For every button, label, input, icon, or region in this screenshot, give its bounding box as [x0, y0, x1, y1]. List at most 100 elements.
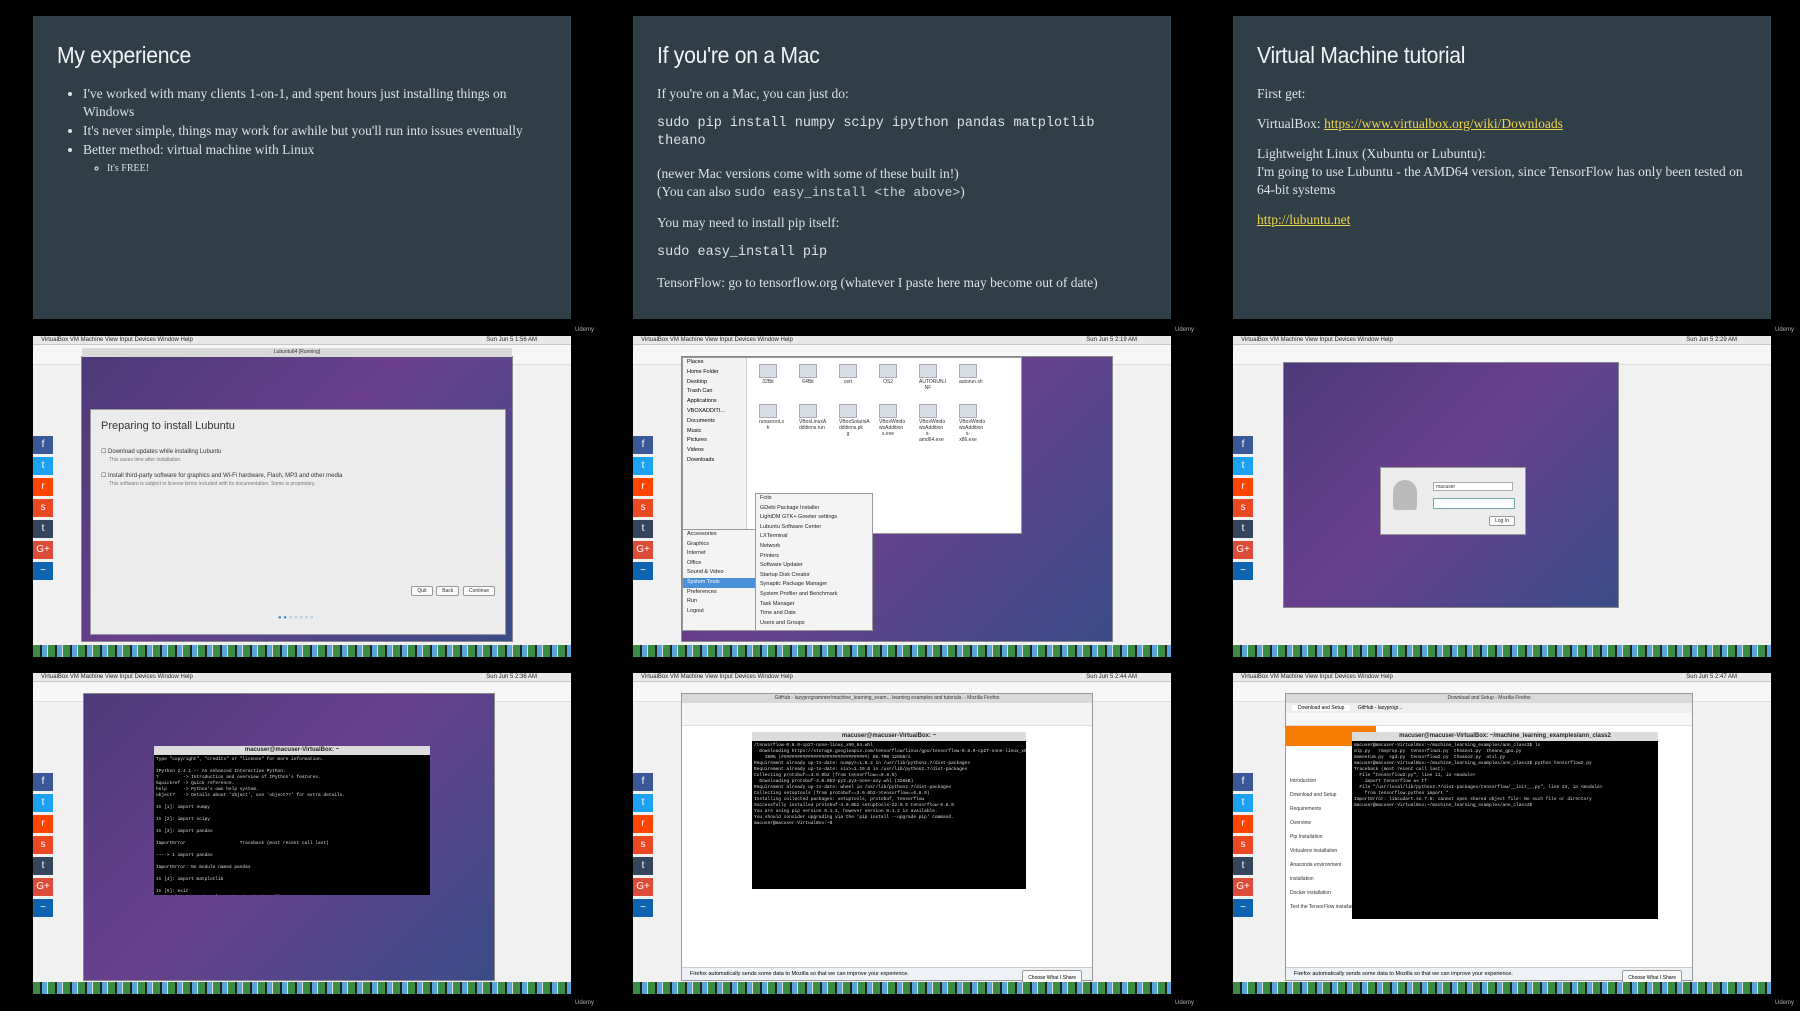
sidebar-item[interactable]: Download and Setup	[1290, 788, 1360, 802]
places-item[interactable]: Desktop	[687, 378, 746, 388]
sumome-icon[interactable]: ~	[33, 562, 53, 580]
continue-button[interactable]: Continue	[462, 586, 495, 596]
stumbleupon-icon[interactable]: s	[1233, 499, 1253, 517]
sidebar-item[interactable]: Test the TensorFlow installation	[1290, 900, 1360, 914]
menu-item[interactable]: GDebi Package Installer	[756, 504, 872, 514]
tumblr-icon[interactable]: t	[1233, 857, 1253, 875]
dock[interactable]	[633, 645, 1171, 657]
facebook-icon[interactable]: f	[33, 773, 53, 791]
gear-icon[interactable]: VBoxWindo wsAddition s-x86.exe	[959, 404, 985, 443]
menu-item[interactable]: Run	[683, 597, 755, 607]
quit-button[interactable]: Quit	[411, 586, 433, 596]
dock[interactable]	[633, 982, 1171, 994]
reddit-icon[interactable]: r	[33, 815, 53, 833]
twitter-icon[interactable]: t	[1233, 794, 1253, 812]
tumblr-icon[interactable]: t	[33, 857, 53, 875]
menu-item[interactable]: Accessories	[683, 530, 755, 540]
address-bar[interactable]	[1286, 713, 1692, 726]
menu-item[interactable]: System Profiler and Benchmark	[756, 590, 872, 600]
gear-icon[interactable]: VBoxWindo wsAddition s-amd64.exe	[919, 404, 945, 443]
menu-item[interactable]: Fcitx	[756, 494, 872, 504]
places-item[interactable]: Downloads	[687, 456, 746, 466]
facebook-icon[interactable]: f	[633, 436, 653, 454]
menu-item[interactable]: Network	[756, 542, 872, 552]
twitter-icon[interactable]: t	[1233, 457, 1253, 475]
places-item[interactable]: Videos	[687, 446, 746, 456]
tumblr-icon[interactable]: t	[633, 520, 653, 538]
stumbleupon-icon[interactable]: s	[1233, 836, 1253, 854]
places-item[interactable]: Pictures	[687, 436, 746, 446]
login-button[interactable]: Log In	[1489, 516, 1515, 526]
tumblr-icon[interactable]: t	[1233, 520, 1253, 538]
file-icon[interactable]: VBoxSolarisA dditions.pk g	[839, 404, 870, 437]
sumome-icon[interactable]: ~	[1233, 899, 1253, 917]
googleplus-icon[interactable]: G+	[633, 878, 653, 896]
places-item[interactable]: VBOXADDITI...	[687, 407, 746, 417]
dock[interactable]	[1233, 982, 1771, 994]
menu-item[interactable]: Task Manager	[756, 600, 872, 610]
twitter-icon[interactable]: t	[633, 794, 653, 812]
menu-item[interactable]: LXTerminal	[756, 532, 872, 542]
twitter-icon[interactable]: t	[33, 794, 53, 812]
sidebar-item[interactable]: Docker installation	[1290, 886, 1360, 900]
dock[interactable]	[1233, 645, 1771, 657]
terminal-output[interactable]: macuser@macuser-VirtualBox:~/machine_lea…	[1352, 741, 1658, 919]
folder-icon[interactable]: 64Bit	[799, 364, 817, 385]
googleplus-icon[interactable]: G+	[1233, 541, 1253, 559]
places-item[interactable]: Home Folder	[687, 368, 746, 378]
option-third-party[interactable]: ☐ Install third-party software for graph…	[101, 472, 342, 479]
menu-item[interactable]: Office	[683, 559, 755, 569]
dock[interactable]	[33, 982, 571, 994]
menu-item-selected[interactable]: System Tools	[683, 577, 755, 588]
folder-icon[interactable]: OS2	[879, 364, 897, 385]
sumome-icon[interactable]: ~	[33, 899, 53, 917]
sumome-icon[interactable]: ~	[633, 899, 653, 917]
tumblr-icon[interactable]: t	[633, 857, 653, 875]
reddit-icon[interactable]: r	[1233, 815, 1253, 833]
sidebar-item[interactable]: Introduction	[1290, 774, 1360, 788]
twitter-icon[interactable]: t	[33, 457, 53, 475]
googleplus-icon[interactable]: G+	[633, 541, 653, 559]
facebook-icon[interactable]: f	[1233, 773, 1253, 791]
googleplus-icon[interactable]: G+	[1233, 878, 1253, 896]
lubuntu-link[interactable]: http://lubuntu.net	[1257, 212, 1350, 227]
reddit-icon[interactable]: r	[1233, 478, 1253, 496]
facebook-icon[interactable]: f	[33, 436, 53, 454]
folder-icon[interactable]: 32Bit	[759, 364, 777, 385]
menu-item[interactable]: Logout	[683, 607, 755, 617]
menu-item[interactable]: Time and Date	[756, 609, 872, 619]
googleplus-icon[interactable]: G+	[33, 541, 53, 559]
terminal-output[interactable]: /tensorflow-0.8.0-cp27-none-linux_x86_64…	[752, 741, 1026, 889]
virtualbox-link[interactable]: https://www.virtualbox.org/wiki/Download…	[1324, 116, 1563, 131]
file-icon[interactable]: runasroot.s h	[759, 404, 784, 431]
places-item[interactable]: Applications	[687, 397, 746, 407]
stumbleupon-icon[interactable]: s	[633, 836, 653, 854]
menu-item[interactable]: Printers	[756, 552, 872, 562]
file-icon[interactable]: VBoxLinuxA dditions.run	[799, 404, 826, 431]
menu-item[interactable]: Lubuntu Software Center	[756, 523, 872, 533]
gear-icon[interactable]: VBoxWindo wsAddition s.exe	[879, 404, 905, 437]
menu-item[interactable]: LightDM GTK+ Greeter settings	[756, 513, 872, 523]
user-select[interactable]: macuser	[1433, 482, 1513, 491]
reddit-icon[interactable]: r	[633, 815, 653, 833]
option-updates[interactable]: ☐ Download updates while installing Lubu…	[101, 448, 221, 455]
sidebar-item[interactable]: Pip Installation	[1290, 830, 1360, 844]
sidebar-item[interactable]: Virtualenv installation	[1290, 844, 1360, 858]
back-button[interactable]: Back	[436, 586, 460, 596]
menu-item[interactable]: Synaptic Package Manager	[756, 580, 872, 590]
reddit-icon[interactable]: r	[633, 478, 653, 496]
dock[interactable]	[33, 645, 571, 657]
places-item[interactable]: Music	[687, 427, 746, 437]
sidebar-item[interactable]: Anaconda environment installation	[1290, 858, 1360, 886]
file-icon[interactable]: AUTORUN.I NF	[919, 364, 946, 391]
sumome-icon[interactable]: ~	[1233, 562, 1253, 580]
folder-icon[interactable]: cert	[839, 364, 857, 385]
tab-github[interactable]: GitHub - lazyprogr...	[1352, 705, 1408, 711]
sidebar-item[interactable]: Overview	[1290, 816, 1360, 830]
menu-item[interactable]: Sound & Video	[683, 568, 755, 578]
menu-item[interactable]: Preferences	[683, 588, 755, 598]
stumbleupon-icon[interactable]: s	[33, 499, 53, 517]
file-icon[interactable]: autorun.sh	[959, 364, 983, 385]
password-input[interactable]	[1433, 498, 1515, 509]
sumome-icon[interactable]: ~	[633, 562, 653, 580]
